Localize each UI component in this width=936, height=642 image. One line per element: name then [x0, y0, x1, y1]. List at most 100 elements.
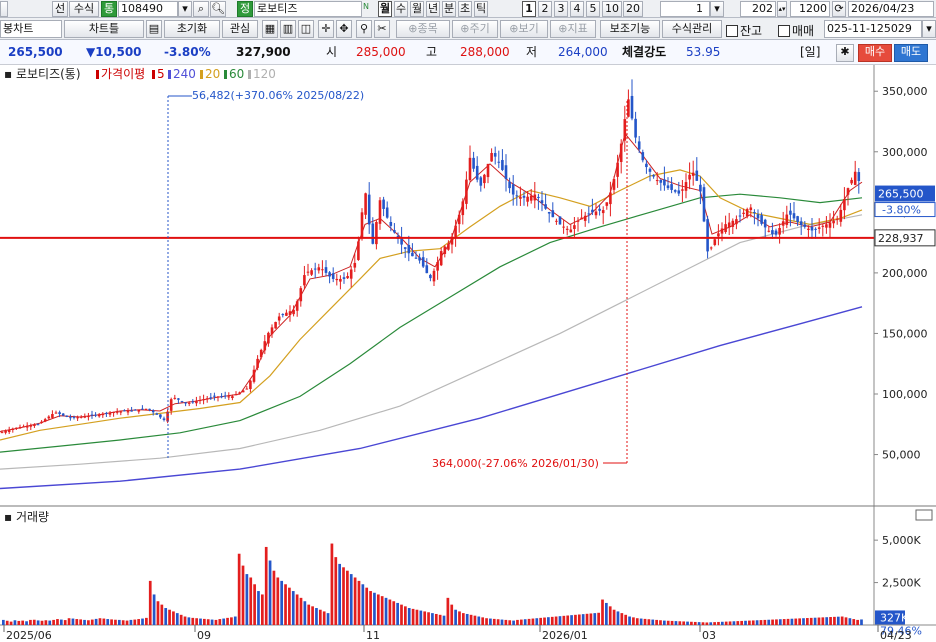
legend-swatch-0 — [96, 70, 99, 79]
formula-button[interactable]: 수식 — [69, 1, 99, 17]
stock-type-badge[interactable]: 통 — [101, 1, 117, 17]
period-month-button[interactable]: 월 — [378, 1, 392, 17]
period-settings-button[interactable]: ⊕주기 — [452, 20, 498, 38]
volume-bar — [836, 616, 840, 625]
chart-type-select[interactable]: 봉차트 — [0, 20, 62, 38]
candle-body — [583, 215, 587, 221]
balance-check-box[interactable] — [726, 25, 738, 37]
volume-bar — [531, 618, 535, 625]
candle-body — [835, 218, 839, 220]
buy-button[interactable]: 매수 — [858, 44, 892, 62]
scissors-icon[interactable]: ✂ — [374, 20, 390, 38]
refresh-icon[interactable]: ⟳ — [832, 1, 846, 17]
indicator-settings-button[interactable]: ⊕지표 — [550, 20, 596, 38]
candle-body — [771, 230, 774, 235]
chart-frame-button[interactable]: 차트틀 — [64, 20, 144, 38]
candle-body — [677, 190, 681, 194]
period-week-button[interactable]: 월 — [410, 1, 424, 17]
save-icon[interactable]: ▤ — [146, 20, 162, 38]
day-button[interactable]: [일] — [800, 45, 820, 59]
volume-bar — [608, 606, 612, 625]
candle-body — [256, 358, 259, 368]
period-tick-button[interactable]: 틱 — [474, 1, 488, 17]
search-icon[interactable]: ⌕ — [193, 1, 209, 17]
candle-body — [339, 278, 342, 282]
candle-body — [288, 311, 292, 315]
sell-button[interactable]: 매도 — [894, 44, 928, 62]
candle-body — [619, 143, 623, 162]
formula-manage-button[interactable]: 수식관리 — [662, 20, 722, 38]
candle-body — [735, 219, 738, 225]
seon-button[interactable]: 선 — [52, 1, 68, 17]
order-id-input[interactable]: 025-11-125029 — [824, 20, 922, 38]
table-icon[interactable]: ▥ — [280, 20, 296, 38]
pointer-icon[interactable]: ✥ — [336, 20, 352, 38]
candle-body — [79, 416, 83, 418]
candle-body — [558, 216, 562, 225]
period-year-button[interactable]: 년 — [426, 1, 440, 17]
candle-body — [177, 398, 180, 400]
volume-bar — [782, 619, 786, 625]
candle-body — [540, 200, 544, 204]
volume-bar — [168, 609, 171, 625]
bars-input[interactable]: 1200 — [790, 1, 830, 17]
period-minute-button[interactable]: 분 — [442, 1, 456, 17]
candle-body — [601, 210, 605, 214]
stock-code-input[interactable]: 108490 — [118, 1, 178, 17]
stock-settings-button[interactable]: ⊕종목 — [396, 20, 450, 38]
settings-gear-icon[interactable]: ✱ — [836, 44, 854, 62]
strength-label: 체결강도 — [622, 45, 667, 59]
code-dropdown-icon[interactable]: ▾ — [178, 1, 192, 17]
legend-swatch-3 — [200, 70, 203, 79]
period-num-button[interactable]: 수 — [394, 1, 408, 17]
period-second-button[interactable]: 초 — [458, 1, 472, 17]
volume-bar — [179, 614, 183, 625]
candle-body — [285, 312, 288, 316]
volume-bar — [755, 620, 759, 625]
grid-icon[interactable]: ▦ — [262, 20, 278, 38]
candle-body — [4, 430, 7, 433]
interval-input[interactable]: 1 — [660, 1, 710, 17]
volume-bar — [628, 616, 631, 625]
reset-button[interactable]: 초기화 — [164, 20, 220, 38]
pin-icon[interactable]: ⚲ — [356, 20, 372, 38]
aux-function-button[interactable]: 보조기능 — [600, 20, 660, 38]
volume-bar — [593, 613, 597, 625]
magnify-icon[interactable]: 🔍︎ — [210, 1, 226, 17]
crosshair-icon[interactable]: ✛ — [318, 20, 334, 38]
candle-body — [763, 219, 767, 228]
candle-body — [0, 432, 4, 434]
count-20-button[interactable]: 20 — [623, 1, 643, 17]
candle-body — [43, 419, 47, 422]
view-settings-button[interactable]: ⊕보기 — [500, 20, 548, 38]
count-3-button[interactable]: 3 — [554, 1, 568, 17]
count-spinner-icon[interactable]: ▴▾ — [777, 1, 787, 17]
candle-body — [169, 399, 173, 411]
stock-chart[interactable]: ▪ 로보티즈(통)가격이평52402060120350,000300,00025… — [0, 65, 936, 642]
count-2-button[interactable]: 2 — [538, 1, 552, 17]
count-5-button[interactable]: 5 — [586, 1, 600, 17]
volume-bar — [589, 613, 593, 625]
trade-checkbox[interactable]: 매매 — [778, 22, 814, 39]
count-10-button[interactable]: 10 — [602, 1, 622, 17]
candle-body — [688, 174, 691, 180]
balance-checkbox[interactable]: 잔고 — [726, 22, 762, 39]
count-input[interactable]: 202 — [740, 1, 776, 17]
candle-body — [439, 251, 443, 266]
candle-body — [461, 201, 465, 216]
volume-bar — [655, 619, 658, 625]
count-4-button[interactable]: 4 — [570, 1, 584, 17]
volume-bar — [504, 619, 508, 625]
candle-body — [313, 268, 317, 270]
candle-body — [612, 179, 616, 190]
split-icon[interactable]: ◫ — [298, 20, 314, 38]
count-1-button[interactable]: 1 — [522, 1, 536, 17]
volume-bar — [512, 620, 515, 625]
interval-dropdown-icon[interactable]: ▾ — [710, 1, 724, 17]
volume-bar — [802, 618, 805, 625]
date-input[interactable]: 2026/04/23 — [848, 1, 934, 17]
order-dropdown-icon[interactable]: ▾ — [922, 20, 936, 38]
watch-button[interactable]: 관심 — [222, 20, 258, 38]
menu-handle[interactable] — [0, 1, 8, 17]
trade-check-box[interactable] — [778, 25, 790, 37]
